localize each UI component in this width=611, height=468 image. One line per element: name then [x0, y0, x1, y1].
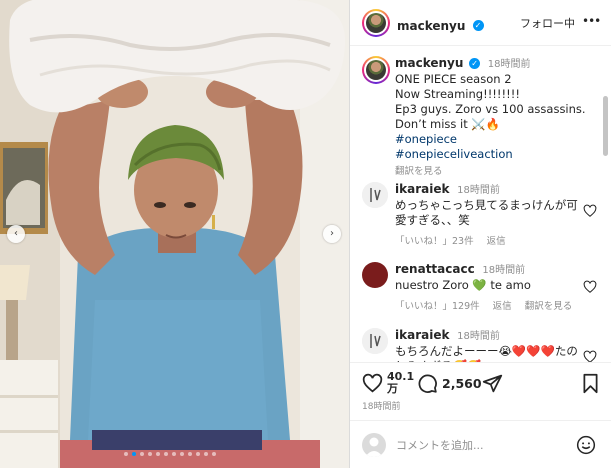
- comment-item: renattacacc 18時間前 nuestro Zoro 💚 te amo …: [362, 262, 600, 312]
- carousel-indicator: [100, 452, 240, 460]
- carousel-dot: [196, 452, 200, 456]
- caption-avatar[interactable]: [362, 56, 390, 84]
- emoji-icon[interactable]: [576, 435, 596, 455]
- comment-text: もちろんだよーーー😭❤️❤️❤️たのしみすぎる🥰🥰: [395, 344, 578, 362]
- comment-text: めっちゃこっち見てるまっけんが可愛すぎる、、笑: [395, 198, 578, 227]
- author-username[interactable]: mackenyu: [397, 19, 465, 33]
- carousel-dot-active: [132, 452, 136, 456]
- post-header: mackenyu ✓ フォロー中 •••: [350, 0, 611, 46]
- commenter-username[interactable]: ikaraiek: [395, 182, 449, 196]
- comment-composer: [350, 420, 611, 468]
- likes-count-unit: 万: [387, 382, 398, 395]
- caption-time: 18時間前: [487, 59, 531, 70]
- caption-username[interactable]: mackenyu: [395, 56, 463, 70]
- heart-icon[interactable]: [583, 280, 597, 294]
- chevron-right-icon: ›: [330, 228, 334, 239]
- commenter-username[interactable]: ikaraiek: [395, 328, 449, 342]
- see-translation-link[interactable]: 翻訳を見る: [395, 163, 600, 177]
- carousel-dot: [204, 452, 208, 456]
- comment-time: 18時間前: [457, 331, 500, 342]
- heart-icon[interactable]: [583, 350, 597, 362]
- verified-badge-icon: ✓: [472, 20, 484, 31]
- carousel-dot: [164, 452, 168, 456]
- comment-time: 18時間前: [457, 185, 500, 196]
- carousel-dot: [140, 452, 144, 456]
- current-user-avatar: [362, 433, 386, 457]
- caption-line: ONE PIECE season 2: [395, 72, 512, 86]
- post-caption: mackenyu ✓ 18時間前 ONE PIECE season 2 Now …: [362, 56, 600, 177]
- comment-text: nuestro Zoro 💚 te amo: [395, 278, 531, 292]
- reply-button[interactable]: 返信: [493, 301, 512, 312]
- share-icon[interactable]: [482, 373, 503, 394]
- comment-likes-count[interactable]: 「いいね！」129件: [395, 301, 480, 312]
- previous-image-button[interactable]: ‹: [7, 225, 25, 243]
- comment-item: ikaraiek 18時間前 めっちゃこっち見てるまっけんが可愛すぎる、、笑 「…: [362, 182, 600, 247]
- comment-icon[interactable]: [417, 373, 438, 394]
- post-actions-bar: 40.1 万 2,560 18時間前: [350, 362, 611, 420]
- carousel-dot: [172, 452, 176, 456]
- next-image-button[interactable]: ›: [323, 225, 341, 243]
- commenter-avatar[interactable]: [362, 182, 388, 208]
- like-heart-icon[interactable]: [362, 373, 383, 394]
- caption-line: Now Streaming!!!!!!!!: [395, 87, 520, 101]
- carousel-dot: [148, 452, 152, 456]
- post-photo: [0, 0, 349, 468]
- verified-badge-icon: ✓: [469, 58, 481, 69]
- carousel-dot: [124, 452, 128, 456]
- following-button[interactable]: フォロー中: [520, 15, 575, 31]
- chevron-left-icon: ‹: [14, 228, 18, 239]
- comments-scroll-area[interactable]: mackenyu ✓ 18時間前 ONE PIECE season 2 Now …: [350, 46, 611, 362]
- comment-item: ikaraiek 18時間前 もちろんだよーーー😭❤️❤️❤️たのしみすぎる🥰🥰: [362, 328, 600, 362]
- commenter-avatar[interactable]: [362, 262, 388, 288]
- comment-count[interactable]: 2,560: [442, 376, 482, 391]
- carousel-dot: [188, 452, 192, 456]
- commenter-avatar[interactable]: [362, 328, 388, 354]
- hashtag-link[interactable]: #onepieceliveaction: [395, 147, 600, 162]
- comment-meta: 「いいね！」129件 返信 翻訳を見る: [395, 298, 600, 312]
- more-options-icon[interactable]: •••: [582, 14, 601, 28]
- bookmark-icon[interactable]: [581, 373, 600, 394]
- carousel-dot: [180, 452, 184, 456]
- author-avatar[interactable]: [362, 9, 390, 37]
- commenter-username[interactable]: renattacacc: [395, 262, 475, 276]
- carousel-dot: [156, 452, 160, 456]
- author-name-row: mackenyu ✓: [397, 15, 484, 34]
- comment-input[interactable]: [396, 435, 566, 455]
- hashtag-link[interactable]: #onepiece: [395, 132, 600, 147]
- carousel-dot: [212, 452, 216, 456]
- post-side-panel: mackenyu ✓ フォロー中 ••• mackenyu ✓ 18時間前 ON…: [349, 0, 611, 468]
- caption-line: Ep3 guys. Zoro vs 100 assassins.: [395, 102, 586, 116]
- scrollbar-thumb[interactable]: [603, 96, 608, 156]
- post-media[interactable]: ‹ ›: [0, 0, 349, 468]
- comment-likes-count[interactable]: 「いいね！」23件: [395, 236, 474, 247]
- comment-time: 18時間前: [482, 265, 526, 276]
- post-time: 18時間前: [362, 402, 401, 412]
- heart-icon[interactable]: [583, 204, 597, 218]
- reply-button[interactable]: 返信: [487, 236, 506, 247]
- likes-count[interactable]: 40.1 万: [387, 371, 414, 395]
- caption-line: Don’t miss it ⚔️🔥: [395, 117, 501, 131]
- see-translation-link[interactable]: 翻訳を見る: [525, 301, 573, 312]
- comment-meta: 「いいね！」23件 返信: [395, 233, 600, 247]
